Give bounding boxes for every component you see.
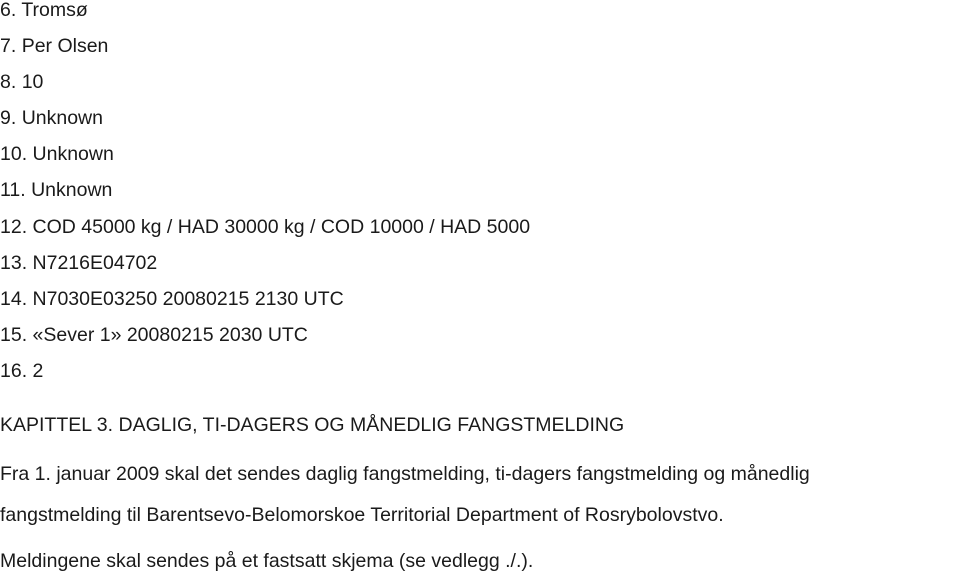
list-number: 6. [0, 0, 17, 21]
list-text: 2 [32, 360, 44, 382]
list-item: 13. N7216E04702 [0, 251, 157, 275]
list-item: 14. N7030E03250 20080215 2130 UTC [0, 287, 344, 311]
list-text: Unknown [31, 179, 113, 201]
list-text: N7030E03250 20080215 2130 UTC [32, 288, 344, 310]
list-item: 9. Unknown [0, 106, 103, 130]
list-text: «Sever 1» 20080215 2030 UTC [32, 324, 308, 346]
list-number: 8. [0, 71, 17, 93]
paragraph-line: Meldingene skal sendes på et fastsatt sk… [0, 550, 534, 572]
list-number: 13. [0, 252, 28, 274]
list-item: 10. Unknown [0, 142, 114, 166]
list-text: COD 45000 kg / HAD 30000 kg / COD 10000 … [32, 216, 531, 238]
list-item: 11. Unknown [0, 178, 112, 202]
list-item: 8. 10 [0, 70, 43, 94]
list-number: 11. [0, 179, 26, 201]
list-number: 12. [0, 216, 28, 238]
list-number: 7. [0, 35, 17, 57]
list-number: 16. [0, 360, 28, 382]
list-item: 16. 2 [0, 359, 43, 383]
list-item: 15. «Sever 1» 20080215 2030 UTC [0, 323, 308, 347]
list-text: Unknown [21, 107, 103, 129]
list-number: 14. [0, 288, 28, 310]
chapter-heading: KAPITTEL 3. DAGLIG, TI-DAGERS OG MÅNEDLI… [0, 414, 625, 436]
paragraph-line: Fra 1. januar 2009 skal det sendes dagli… [0, 463, 810, 485]
list-text: Per Olsen [21, 35, 109, 57]
list-number: 9. [0, 107, 17, 129]
list-text: Unknown [32, 143, 114, 165]
list-text: N7216E04702 [32, 252, 158, 274]
list-number: 10. [0, 143, 28, 165]
list-item: 7. Per Olsen [0, 34, 108, 58]
list-item: 6. Tromsø [0, 0, 88, 22]
paragraph-line: fangstmelding til Barentsevo-Belomorskoe… [0, 504, 724, 526]
list-text: Tromsø [21, 0, 88, 21]
list-text: 10 [21, 71, 44, 93]
list-item: 12. COD 45000 kg / HAD 30000 kg / COD 10… [0, 215, 530, 239]
list-number: 15. [0, 324, 28, 346]
